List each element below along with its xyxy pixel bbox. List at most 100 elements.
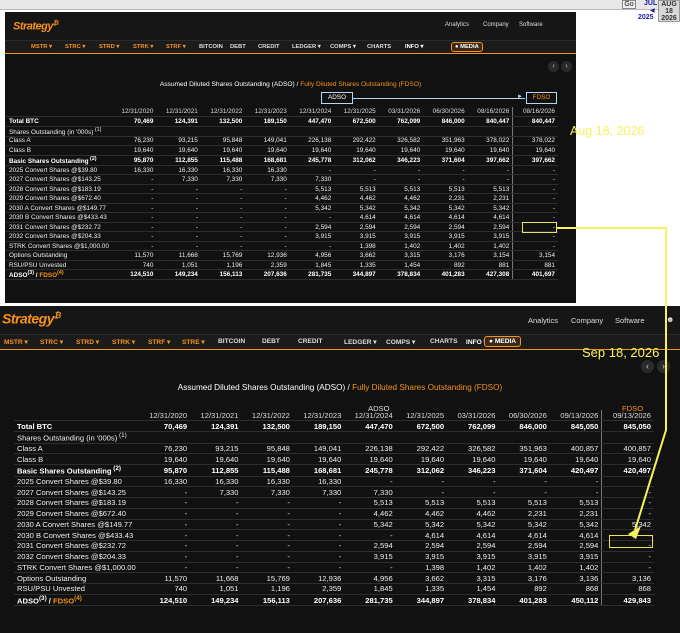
cell-value: 16,330 xyxy=(138,476,191,488)
cell-value: - xyxy=(241,562,293,574)
nav-item-strk[interactable]: STRK ▾ xyxy=(112,338,135,346)
prev-arrow-icon[interactable]: ‹ xyxy=(548,61,559,72)
cell-value xyxy=(292,431,345,444)
row-label: 2029 Convert Shares @$672.40 xyxy=(14,508,139,520)
strategy-logo[interactable]: Strategy₿ xyxy=(2,310,61,327)
top-link-company[interactable]: Company xyxy=(483,22,509,28)
nav-item-credit[interactable]: CREDIT xyxy=(298,338,323,345)
cell-value: 132,500 xyxy=(200,116,246,127)
table-row: Total BTC 70,469 124,391 132,500 189,150 447,… xyxy=(6,116,558,127)
nav-item-debt[interactable]: DEBT xyxy=(262,338,280,345)
column-date: 12/31/2020 xyxy=(111,107,157,117)
cell-value: 5,513 xyxy=(447,497,499,509)
cell-value: 19,640 xyxy=(289,145,335,156)
nav-item-strf[interactable]: STRF ▾ xyxy=(148,338,170,346)
cell-value: - xyxy=(601,551,654,563)
cell-value: 5,342 xyxy=(549,519,602,531)
user-icon[interactable]: ☻ xyxy=(666,315,674,324)
top-link-company[interactable]: Company xyxy=(571,316,603,325)
nav-item-strk[interactable]: STRK ▾ xyxy=(133,44,153,50)
top-link-analytics[interactable]: Analytics xyxy=(528,316,558,325)
cell-value: 3,915 xyxy=(498,551,550,563)
cell-value: 5,342 xyxy=(498,519,550,531)
media-button[interactable]: ● MEDIA xyxy=(451,42,483,52)
nav-item-charts[interactable]: CHARTS xyxy=(367,44,391,50)
nav-item-strc[interactable]: STRC ▾ xyxy=(40,338,63,346)
cell-value: 95,870 xyxy=(111,155,157,166)
nav-item-strc[interactable]: STRC ▾ xyxy=(65,44,85,50)
cell-value: 3,176 xyxy=(423,250,468,261)
cell-value: - xyxy=(512,212,558,223)
next-arrow-icon[interactable]: › xyxy=(657,360,670,373)
nav-item-ledger[interactable]: LEDGER ▾ xyxy=(344,338,377,346)
cell-value xyxy=(447,431,499,444)
top-link-software[interactable]: Software xyxy=(615,316,645,325)
cell-value: - xyxy=(467,165,513,176)
nav-item-debt[interactable]: DEBT xyxy=(230,44,246,50)
nav-item-strd[interactable]: STRD ▾ xyxy=(99,44,119,50)
cell-value: - xyxy=(111,203,157,214)
nav-item-bitcoin[interactable]: BITCOIN xyxy=(199,44,223,50)
cell-value: 4,462 xyxy=(289,193,335,204)
cell-value: 447,470 xyxy=(344,420,396,432)
cell-value xyxy=(467,126,513,137)
cell-value: - xyxy=(156,241,201,252)
table-row: 2025 Convert Shares @$39.80 16,330 16,330 1… xyxy=(14,476,654,488)
top-link-software[interactable]: Software xyxy=(519,22,543,28)
table-row: Options Outstanding 11,570 11,668 15,769 12,… xyxy=(6,250,558,261)
nav-item-bitcoin[interactable]: BITCOIN xyxy=(218,338,245,345)
nav-item-charts[interactable]: CHARTS xyxy=(430,338,457,345)
nav-item-info[interactable]: INFO ▾ xyxy=(405,44,423,50)
cell-value: - xyxy=(292,497,345,509)
cell-value: 3,662 xyxy=(395,572,448,585)
cell-value: 5,342 xyxy=(344,519,396,531)
cell-value: 401,283 xyxy=(423,269,468,281)
cell-value: 93,215 xyxy=(190,443,242,455)
row-label: 2032 Convert Shares @$204.33 xyxy=(14,551,139,563)
prev-arrow-icon[interactable]: ‹ xyxy=(641,360,654,373)
row-label: 2030 A Convert Shares @$149.77 xyxy=(6,203,112,214)
nav-item-mstr[interactable]: MSTR ▾ xyxy=(31,44,52,50)
table-row: 2029 Convert Shares @$672.40- - - -4,462 4,4… xyxy=(6,193,558,204)
cell-value: 149,234 xyxy=(156,269,201,281)
cell-value: 19,640 xyxy=(467,145,513,156)
nav-item-ledger[interactable]: LEDGER ▾ xyxy=(292,44,321,50)
go-button[interactable]: Go xyxy=(622,0,636,9)
nav-item-comps[interactable]: COMPS ▾ xyxy=(386,338,415,346)
cell-value xyxy=(395,431,448,444)
strategy-logo[interactable]: Strategy₿ xyxy=(13,20,59,33)
nav-item-credit[interactable]: CREDIT xyxy=(258,44,280,50)
top-link-analytics[interactable]: Analytics xyxy=(445,22,469,28)
cell-value: 4,614 xyxy=(395,529,448,542)
cell-value xyxy=(111,126,157,137)
cell-value: 2,594 xyxy=(344,540,396,552)
cell-value: 5,342 xyxy=(601,519,654,531)
next-arrow-icon[interactable]: › xyxy=(561,61,572,72)
media-button[interactable]: ● MEDIA xyxy=(484,336,522,347)
cell-value: 1,402 xyxy=(447,562,499,574)
cell-value: - xyxy=(190,529,242,542)
cell-value: 168,681 xyxy=(292,464,345,477)
nav-item-mstr[interactable]: MSTR ▾ xyxy=(4,338,28,346)
cell-value: 76,230 xyxy=(138,443,191,455)
cell-value: 420,497 xyxy=(549,464,602,477)
cell-value: 401,283 xyxy=(498,594,550,607)
cell-value: 16,330 xyxy=(200,165,246,176)
cell-value: 19,640 xyxy=(601,453,654,466)
cell-value xyxy=(190,431,242,444)
calendar-prev-icon[interactable]: ◀ xyxy=(650,7,655,14)
nav-item-stre[interactable]: STRE ▾ xyxy=(182,338,205,346)
cell-value: 351,963 xyxy=(423,136,468,147)
cell-value: 3,915 xyxy=(549,551,602,563)
row-label: Options Outstanding xyxy=(6,250,112,261)
nav-item-strd[interactable]: STRD ▾ xyxy=(76,338,99,346)
row-label: 2031 Convert Shares @$232.72 xyxy=(14,540,139,552)
nav-item-comps[interactable]: COMPS ▾ xyxy=(330,44,356,50)
column-date: 12/31/2023 xyxy=(245,107,290,117)
cell-value: 447,470 xyxy=(289,116,335,127)
cell-value: 245,778 xyxy=(289,155,335,166)
annotation-date-aug: Aug 18, 2026 xyxy=(570,124,645,138)
cell-value: 400,857 xyxy=(601,443,654,455)
cell-value: 4,462 xyxy=(344,508,396,520)
nav-item-strf[interactable]: STRF ▾ xyxy=(166,44,186,50)
